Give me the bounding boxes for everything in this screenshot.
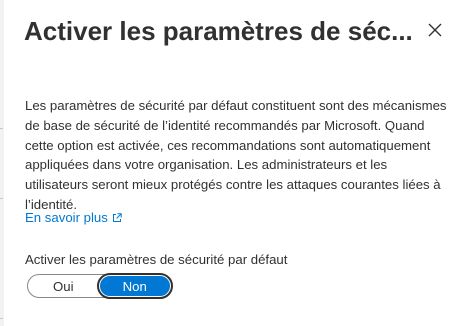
- security-defaults-toggle-label: Activer les paramètres de sécurité par d…: [25, 252, 288, 267]
- toggle-option-yes[interactable]: Oui: [28, 275, 99, 297]
- toggle-option-no[interactable]: Non: [96, 273, 173, 299]
- panel-description: Les paramètres de sécurité par défaut co…: [25, 98, 447, 212]
- external-link-icon: [112, 213, 122, 223]
- learn-more-label: En savoir plus: [25, 210, 108, 225]
- panel-title: Activer les paramètres de séc...: [24, 16, 413, 46]
- learn-more-link[interactable]: En savoir plus: [25, 209, 122, 227]
- background-divider: [0, 198, 3, 199]
- security-defaults-toggle[interactable]: Oui Non: [27, 273, 173, 299]
- close-button[interactable]: [423, 18, 447, 42]
- close-icon: [428, 23, 442, 37]
- background-divider: [0, 318, 3, 319]
- background-blade-edge: [0, 0, 4, 326]
- background-divider: [0, 128, 3, 129]
- security-defaults-panel: Activer les paramètres de séc... Les par…: [5, 0, 474, 326]
